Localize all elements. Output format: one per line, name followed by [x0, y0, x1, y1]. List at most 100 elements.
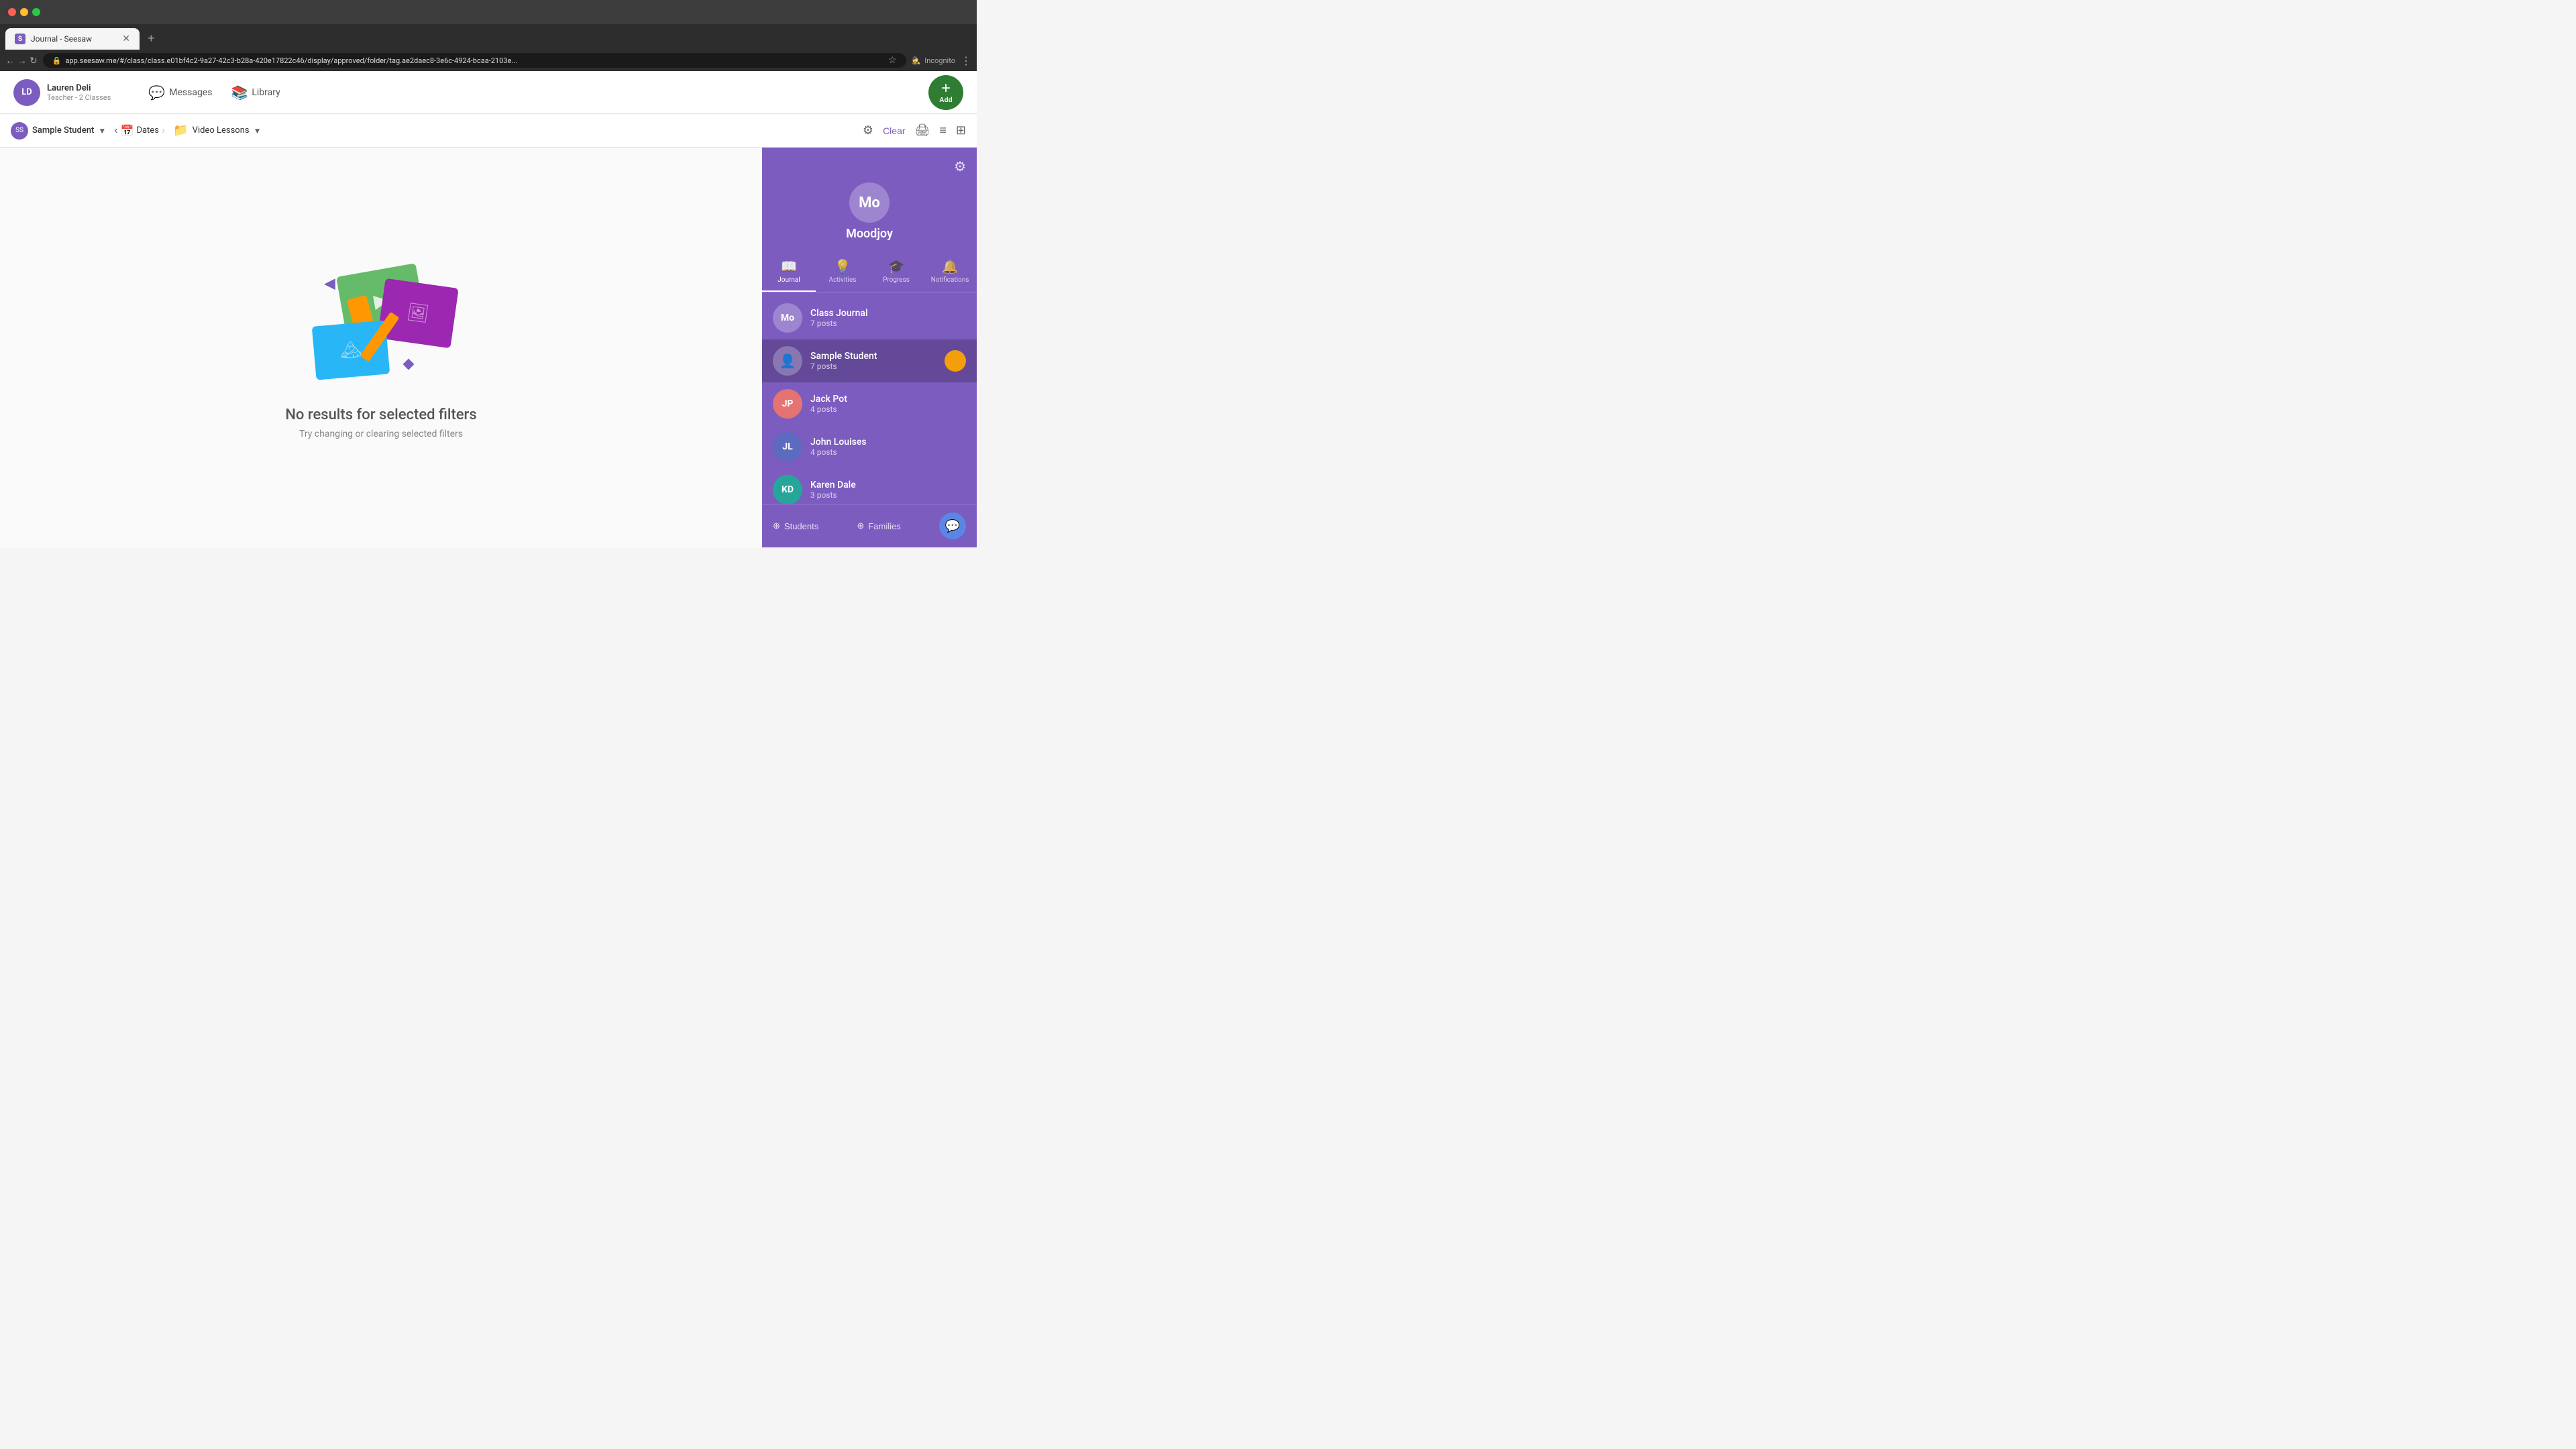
- sidebar-avatar: Mo: [849, 182, 890, 223]
- add-button[interactable]: + Add: [928, 75, 963, 110]
- families-button[interactable]: ⊕ Families: [857, 521, 900, 531]
- minimize-button[interactable]: [20, 8, 28, 16]
- sidebar-item-john-louises[interactable]: JL John Louises 4 posts: [762, 425, 977, 468]
- folder-badge: [945, 350, 966, 372]
- user-details: Lauren Deli Teacher - 2 Classes: [47, 83, 111, 102]
- bookmark-icon[interactable]: ☆: [888, 55, 897, 66]
- address-bar: ← → ↻ 🔒 app.seesaw.me/#/class/class.e01b…: [0, 50, 977, 71]
- tab-journal[interactable]: 📖 Journal: [762, 252, 816, 292]
- image2-icon: 🏔: [339, 339, 363, 361]
- list-view-icon[interactable]: ≡: [939, 123, 947, 138]
- progress-tab-icon: 🎓: [888, 258, 905, 274]
- tab-bar: S Journal - Seesaw ✕ +: [0, 24, 977, 50]
- sidebar-item-jack-pot[interactable]: JP Jack Pot 4 posts: [762, 382, 977, 425]
- families-label: Families: [868, 521, 900, 531]
- plus-icon: +: [941, 80, 951, 97]
- chat-icon: 💬: [945, 519, 960, 533]
- jack-pot-info: Jack Pot 4 posts: [810, 394, 847, 414]
- top-nav: LD Lauren Deli Teacher - 2 Classes 💬 Mes…: [0, 71, 977, 114]
- sidebar-student-list: Mo Class Journal 7 posts 👤 Sample Studen…: [762, 292, 977, 504]
- image-icon: 🖼: [406, 301, 431, 324]
- john-louises-posts: 4 posts: [810, 447, 867, 457]
- no-results-subtitle: Try changing or clearing selected filter…: [299, 429, 463, 439]
- sidebar-item-karen-dale[interactable]: KD Karen Dale 3 posts: [762, 468, 977, 504]
- avatar: LD: [13, 79, 40, 106]
- plus-families-icon: ⊕: [857, 521, 864, 531]
- grid-view-icon[interactable]: ⊞: [956, 123, 966, 138]
- student-selector[interactable]: SS Sample Student ▼: [11, 122, 106, 140]
- folder-selector[interactable]: 📁 Video Lessons ▼: [173, 123, 261, 138]
- settings-icon[interactable]: ⚙: [954, 158, 966, 174]
- activities-tab-label: Activities: [829, 276, 857, 284]
- karen-dale-info: Karen Dale 3 posts: [810, 480, 856, 500]
- journal-tab-label: Journal: [777, 276, 800, 284]
- forward-button[interactable]: →: [17, 55, 27, 66]
- menu-icon[interactable]: ⋮: [961, 54, 971, 67]
- messages-link[interactable]: 💬 Messages: [148, 85, 212, 101]
- sample-student-posts: 7 posts: [810, 362, 936, 371]
- tab-progress[interactable]: 🎓 Progress: [869, 252, 923, 292]
- back-button[interactable]: ←: [5, 55, 15, 66]
- student-name: Sample Student: [32, 125, 94, 136]
- journal-tab-icon: 📖: [781, 258, 798, 274]
- user-info: LD Lauren Deli Teacher - 2 Classes: [13, 79, 111, 106]
- student-avatar: SS: [11, 122, 28, 140]
- date-prev-button[interactable]: ‹: [114, 125, 117, 137]
- date-label: Dates: [136, 125, 158, 136]
- print-icon[interactable]: 🖨: [915, 123, 930, 138]
- sample-student-info: Sample Student 7 posts: [810, 351, 936, 371]
- library-icon: 📚: [231, 85, 248, 101]
- sidebar-item-class-journal[interactable]: Mo Class Journal 7 posts: [762, 297, 977, 339]
- maximize-button[interactable]: [32, 8, 40, 16]
- close-button[interactable]: [8, 8, 16, 16]
- active-tab[interactable]: S Journal - Seesaw ✕: [5, 28, 140, 50]
- illus-small-square: [403, 358, 415, 370]
- progress-tab-label: Progress: [883, 276, 910, 284]
- sample-student-avatar: 👤: [773, 346, 802, 376]
- tab-favicon: S: [15, 34, 25, 44]
- jack-pot-avatar: JP: [773, 389, 802, 419]
- filter-settings-icon[interactable]: ⚙: [863, 123, 873, 138]
- new-tab-button[interactable]: +: [142, 29, 160, 48]
- sidebar-item-sample-student[interactable]: 👤 Sample Student 7 posts: [762, 339, 977, 382]
- tab-notifications[interactable]: 🔔 Notifications: [923, 252, 977, 292]
- add-label: Add: [939, 97, 952, 104]
- main-content: ▶ 🖼 🏔 ▶ No results for selected: [0, 148, 762, 547]
- john-louises-name: John Louises: [810, 437, 867, 447]
- plus-students-icon: ⊕: [773, 521, 780, 531]
- class-journal-avatar: Mo: [773, 303, 802, 333]
- nav-buttons: ← → ↻: [5, 55, 38, 66]
- no-results-title: No results for selected filters: [285, 407, 476, 423]
- window-controls: [8, 8, 40, 16]
- person-icon: 👤: [780, 353, 796, 369]
- student-chevron-icon: ▼: [98, 126, 106, 136]
- nav-links: 💬 Messages 📚 Library: [148, 85, 280, 101]
- sidebar-username: Moodjoy: [846, 227, 893, 241]
- tab-activities[interactable]: 💡 Activities: [816, 252, 869, 292]
- karen-dale-name: Karen Dale: [810, 480, 856, 490]
- url-text: app.seesaw.me/#/class/class.e01bf4c2-9a2…: [65, 56, 884, 65]
- incognito-label: Incognito: [924, 56, 955, 65]
- messages-label: Messages: [169, 87, 212, 98]
- refresh-button[interactable]: ↻: [30, 55, 38, 66]
- students-button[interactable]: ⊕ Students: [773, 521, 818, 531]
- date-next-button[interactable]: ›: [162, 125, 165, 137]
- filter-bar: SS Sample Student ▼ ‹ 📅 Dates › 📁 Video …: [0, 114, 977, 148]
- illus-arrow: ▶: [324, 276, 335, 293]
- sidebar: ⚙ Mo Moodjoy 📖 Journal 💡 Activities: [762, 148, 977, 547]
- clear-button[interactable]: Clear: [883, 125, 905, 136]
- library-link[interactable]: 📚 Library: [231, 85, 280, 101]
- calendar-icon: 📅: [121, 124, 134, 137]
- date-nav: ‹ 📅 Dates ›: [114, 124, 165, 137]
- tab-close-icon[interactable]: ✕: [122, 34, 130, 44]
- incognito-badge: 🕵 Incognito: [912, 56, 956, 65]
- tab-title: Journal - Seesaw: [31, 34, 92, 44]
- class-journal-info: Class Journal 7 posts: [810, 308, 868, 328]
- url-container[interactable]: 🔒 app.seesaw.me/#/class/class.e01bf4c2-9…: [43, 53, 906, 68]
- filter-actions: ⚙ Clear 🖨 ≡ ⊞: [863, 123, 966, 138]
- chat-button[interactable]: 💬: [939, 513, 966, 539]
- lock-icon: 🔒: [52, 56, 62, 65]
- incognito-icon: 🕵: [912, 56, 921, 65]
- class-journal-name: Class Journal: [810, 308, 868, 319]
- folder-chevron-icon: ▼: [254, 126, 262, 136]
